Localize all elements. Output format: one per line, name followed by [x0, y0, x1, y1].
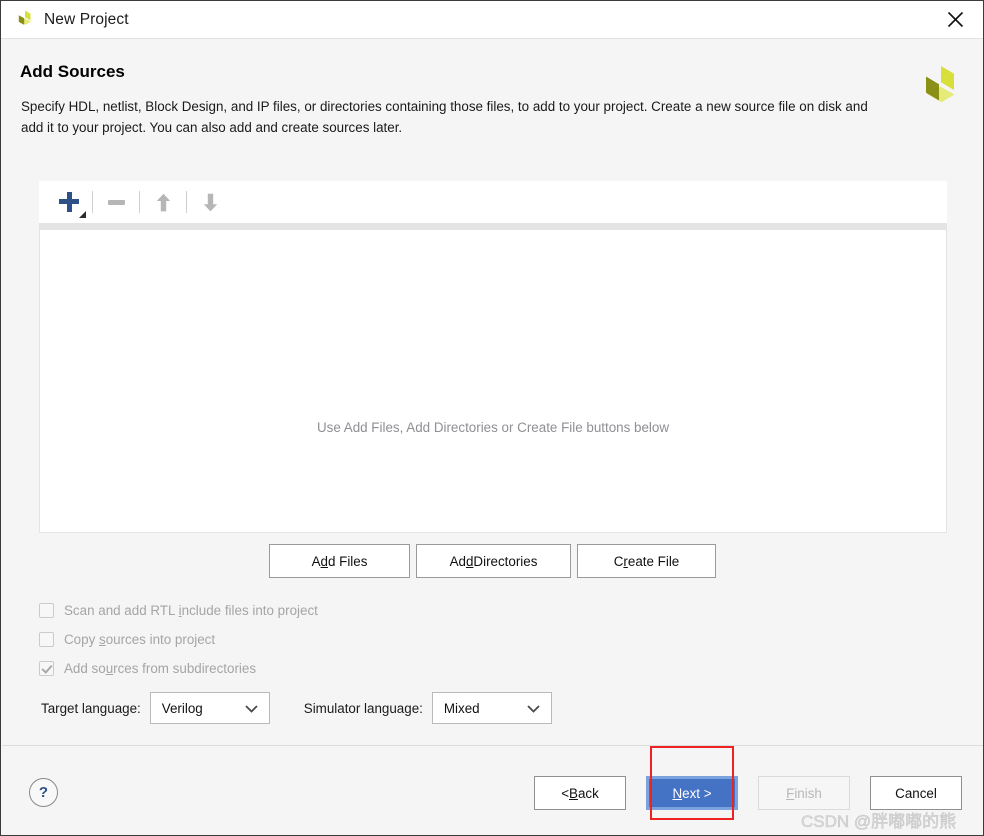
page-title: Add Sources [20, 62, 125, 81]
checkbox-label: Add sources from subdirectories [64, 661, 256, 676]
finish-button: Finish [758, 776, 850, 810]
finish-post: inish [794, 785, 822, 801]
opt0-post: nclude files into project [181, 603, 318, 618]
next-mnemonic: N [672, 785, 683, 801]
finish-mnemonic: F [786, 785, 795, 801]
source-action-buttons: Add Files Ad d Directories Cr eate File [1, 544, 983, 578]
scan-rtl-include-checkbox[interactable]: Scan and add RTL include files into proj… [39, 598, 318, 623]
toolbar-separator [92, 191, 93, 213]
next-button[interactable]: Next > [646, 776, 738, 810]
toolbar-separator [186, 191, 187, 213]
add-dirs-mnemonic: d [465, 553, 474, 569]
empty-state-message: Use Add Files, Add Directories or Create… [316, 420, 670, 435]
back-post: ack [577, 785, 599, 801]
opt1-pre: Copy [64, 632, 99, 647]
title-bar: New Project [1, 1, 983, 39]
xilinx-brand-icon [913, 59, 967, 113]
checkbox-box [39, 603, 54, 618]
cancel-button[interactable]: Cancel [870, 776, 962, 810]
new-project-dialog: New Project Add Sources Specify HDL, net… [0, 0, 984, 836]
add-files-post: d Files [327, 553, 368, 569]
next-post: ext > [682, 785, 712, 801]
dropdown-caret-icon [79, 211, 86, 218]
footer-divider [2, 745, 983, 746]
opt0-pre: Scan and add RTL [64, 603, 179, 618]
opt1-mnemonic: s [98, 632, 106, 647]
close-icon[interactable] [927, 1, 983, 38]
back-button[interactable]: < Back [534, 776, 626, 810]
checkbox-label: Copy sources into project [64, 632, 215, 647]
add-files-mnemonic: d [320, 553, 328, 569]
add-files-button[interactable]: Add Files [269, 544, 410, 578]
copy-sources-checkbox[interactable]: Copy sources into project [39, 627, 318, 652]
add-button[interactable] [48, 181, 90, 223]
source-options: Scan and add RTL include files into proj… [39, 598, 318, 685]
move-down-button[interactable] [189, 181, 231, 223]
back-mnemonic: B [569, 785, 578, 801]
simulator-language-label: Simulator language: [303, 700, 423, 716]
add-dirs-post: Directories [473, 553, 538, 569]
checkbox-box [39, 632, 54, 647]
sources-panel: Use Add Files, Add Directories or Create… [39, 181, 947, 533]
target-language-label: Target language: [41, 700, 141, 716]
sources-list[interactable]: Use Add Files, Add Directories or Create… [40, 230, 946, 532]
checkbox-label: Scan and add RTL include files into proj… [64, 603, 318, 618]
add-directories-button[interactable]: Ad d Directories [416, 544, 571, 578]
chevron-down-icon [527, 705, 540, 713]
create-file-button[interactable]: Cr eate File [577, 544, 716, 578]
simulator-language-select[interactable]: Mixed [431, 692, 552, 724]
language-settings: Target language: Verilog Simulator langu… [41, 692, 552, 724]
back-pre: < [561, 785, 570, 801]
simulator-language-value: Mixed [443, 700, 480, 716]
toolbar-separator [139, 191, 140, 213]
add-files-pre: A [311, 553, 321, 569]
chevron-down-icon [245, 705, 258, 713]
watermark-text: CSDN @胖嘟嘟的熊 [801, 812, 957, 832]
opt2-pre: Add so [64, 661, 106, 676]
create-file-pre: C [613, 553, 624, 569]
target-language-value: Verilog [161, 700, 203, 716]
sources-toolbar [39, 181, 947, 223]
minus-icon [107, 199, 125, 205]
opt2-post: rces from subdirectories [113, 661, 257, 676]
help-button[interactable]: ? [29, 778, 58, 807]
create-file-post: eate File [627, 553, 680, 569]
move-up-button[interactable] [142, 181, 184, 223]
page-description: Specify HDL, netlist, Block Design, and … [21, 99, 868, 135]
add-dirs-pre: Ad [449, 553, 466, 569]
checkbox-box-checked [39, 661, 54, 676]
opt1-post: ources into project [105, 632, 216, 647]
plus-icon [57, 190, 86, 218]
window-title: New Project [44, 10, 129, 28]
remove-button[interactable] [95, 181, 137, 223]
xilinx-logo-icon [14, 9, 36, 31]
arrow-down-icon [203, 193, 217, 211]
target-language-select[interactable]: Verilog [149, 692, 270, 724]
add-subdirectories-checkbox[interactable]: Add sources from subdirectories [39, 656, 318, 681]
arrow-up-icon [156, 193, 170, 211]
wizard-navigation: < Back Next > Finish Cancel [534, 776, 962, 810]
header-section: Add Sources Specify HDL, netlist, Block … [2, 39, 983, 159]
